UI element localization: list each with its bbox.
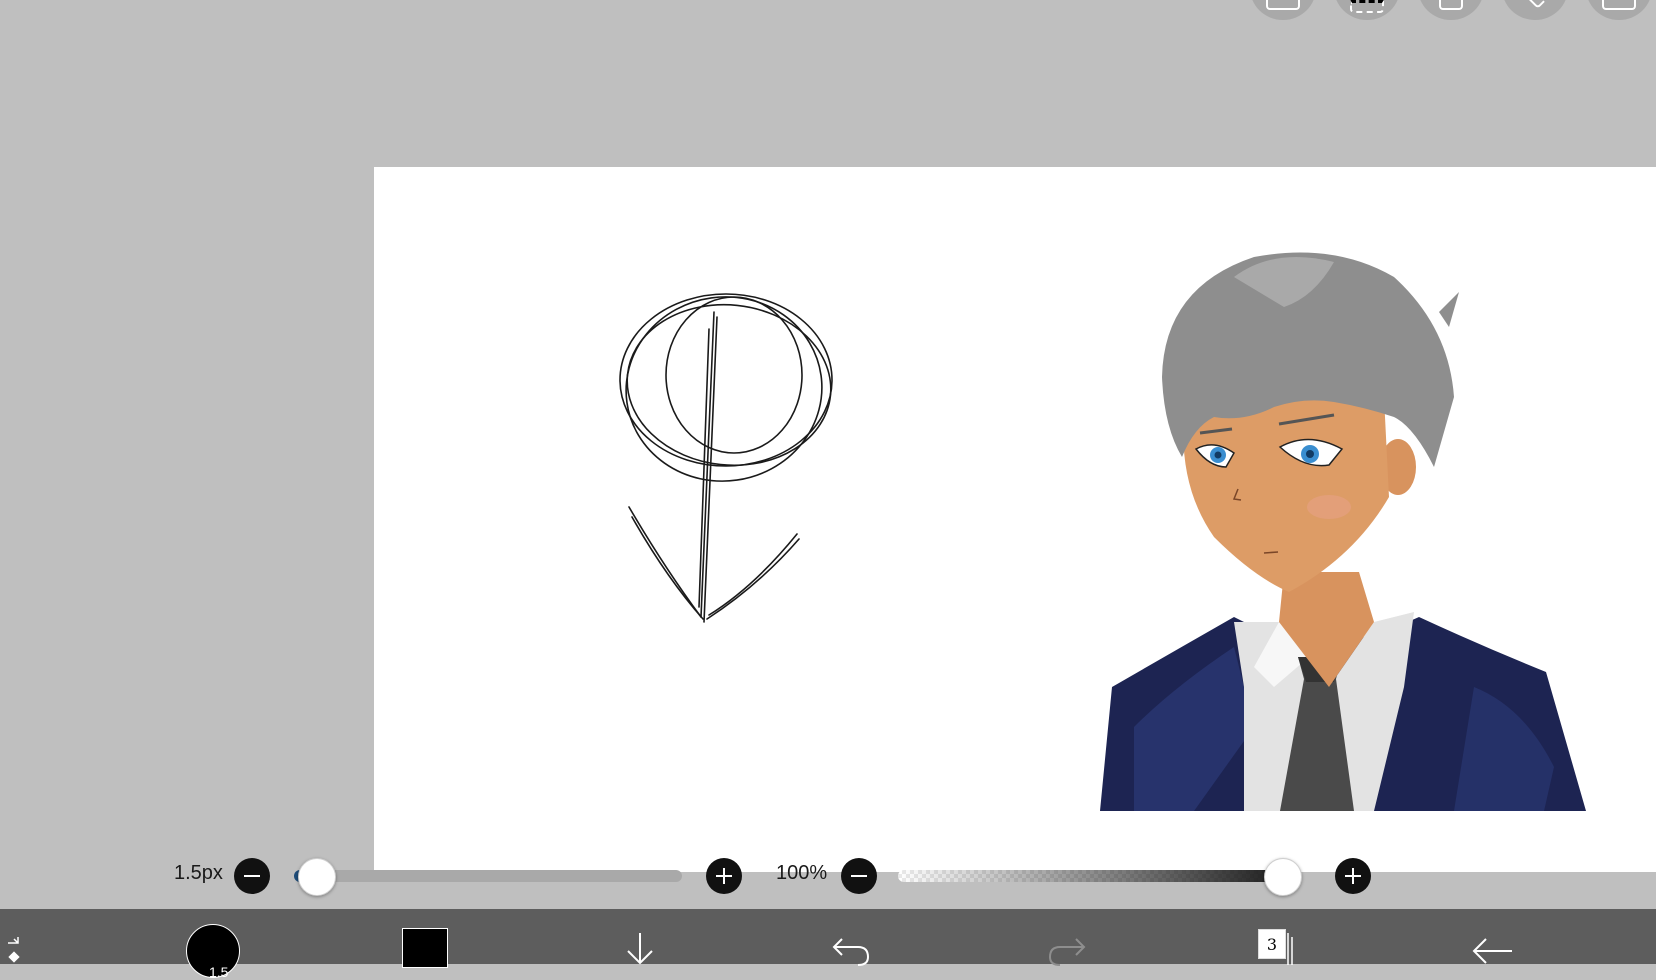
canvas-artwork bbox=[619, 252, 1586, 811]
tag-button[interactable] bbox=[1502, 0, 1568, 20]
brush-size-slider-thumb[interactable] bbox=[298, 858, 336, 896]
undo-icon[interactable] bbox=[830, 931, 874, 971]
tag-icon bbox=[1525, 0, 1545, 9]
drawing-canvas[interactable] bbox=[374, 167, 1656, 872]
swap-tool-icon[interactable] bbox=[4, 933, 28, 973]
opacity-label: 100% bbox=[776, 862, 828, 884]
back-icon[interactable] bbox=[1470, 933, 1514, 973]
color-swatch[interactable] bbox=[402, 928, 448, 968]
brush-size-label: 1.5px bbox=[174, 862, 223, 884]
brush-size-badge: 1.5 bbox=[209, 964, 229, 980]
layer-button[interactable] bbox=[1250, 0, 1316, 20]
menu-icon bbox=[1602, 0, 1636, 10]
import-icon[interactable] bbox=[620, 929, 660, 969]
selection-button[interactable] bbox=[1334, 0, 1400, 20]
opacity-decrease-button[interactable] bbox=[841, 858, 877, 894]
opacity-increase-button[interactable] bbox=[1335, 858, 1371, 894]
selection-icon bbox=[1350, 0, 1384, 13]
bottom-toolbar: 1.5 3 bbox=[0, 909, 1656, 980]
menu-button[interactable] bbox=[1586, 0, 1652, 20]
redo-icon[interactable] bbox=[1044, 931, 1088, 971]
sketch-strokes bbox=[619, 293, 833, 623]
brush-size-button[interactable]: 1.5 bbox=[186, 924, 240, 980]
character-illustration bbox=[1100, 252, 1586, 811]
layers-button[interactable]: 3 bbox=[1258, 929, 1298, 965]
brush-size-increase-button[interactable] bbox=[706, 858, 742, 894]
layer-icon bbox=[1266, 0, 1300, 10]
camera-icon bbox=[1439, 0, 1463, 10]
layer-count: 3 bbox=[1258, 929, 1286, 959]
brush-size-decrease-button[interactable] bbox=[234, 858, 270, 894]
opacity-slider-thumb[interactable] bbox=[1264, 858, 1302, 896]
brush-size-slider[interactable] bbox=[294, 870, 682, 882]
opacity-slider[interactable] bbox=[898, 870, 1300, 882]
camera-button[interactable] bbox=[1418, 0, 1484, 20]
